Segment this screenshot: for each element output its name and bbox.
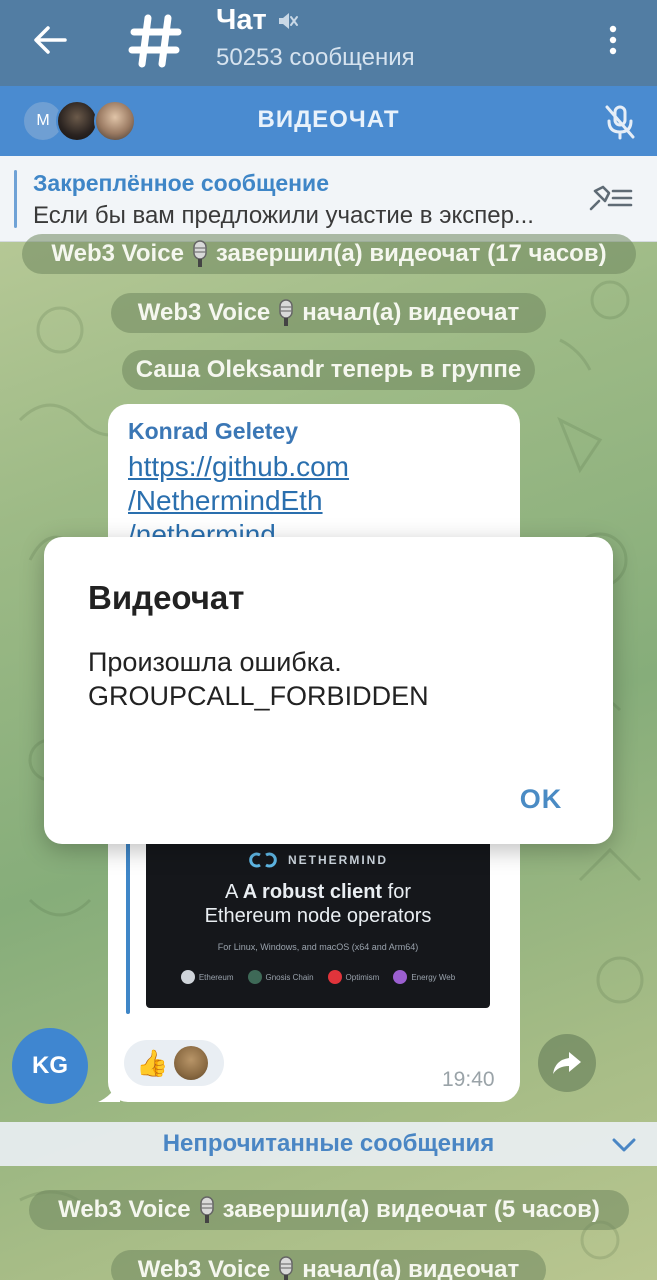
- error-dialog: Видеочат Произошла ошибка. GROUPCALL_FOR…: [44, 537, 613, 844]
- dialog-title: Видеочат: [88, 579, 245, 616]
- dialog-message-line: Произошла ошибка.: [88, 647, 342, 677]
- dialog-message: Произошла ошибка. GROUPCALL_FORBIDDEN: [88, 645, 578, 713]
- dialog-message-line: GROUPCALL_FORBIDDEN: [88, 681, 429, 711]
- ok-button[interactable]: OK: [506, 777, 576, 821]
